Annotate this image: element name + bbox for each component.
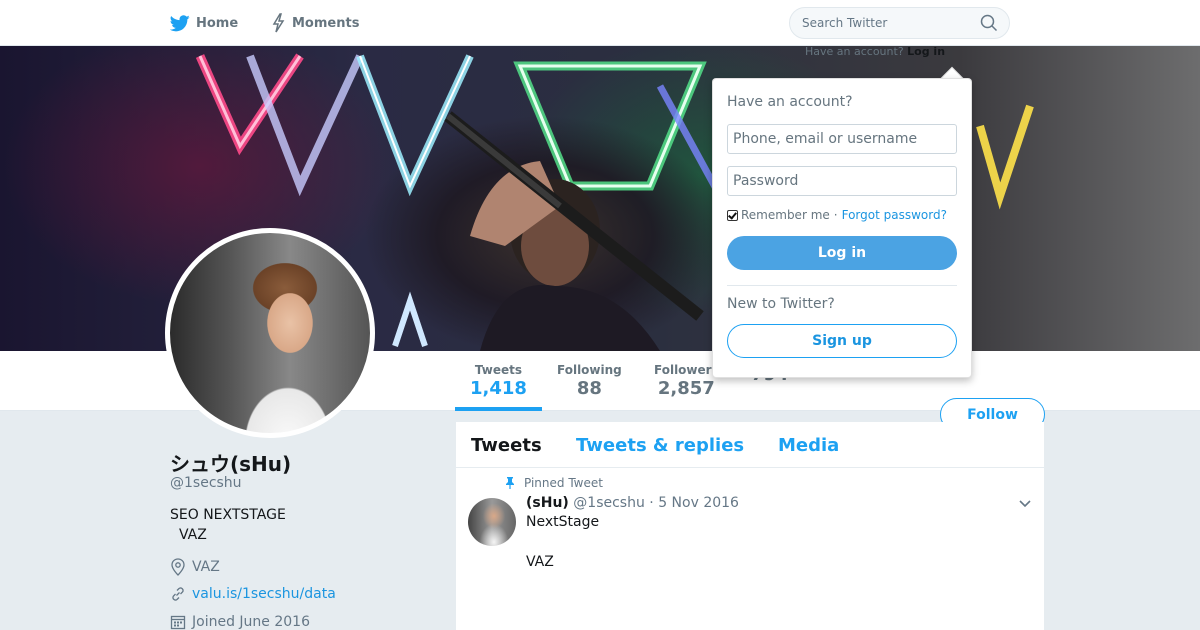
url-link[interactable]: valu.is/1secshu/data xyxy=(192,586,336,602)
profile-handle[interactable]: @1secshu xyxy=(170,475,242,491)
active-stat-indicator xyxy=(455,407,542,411)
search-icon[interactable] xyxy=(980,14,998,32)
stat-followers[interactable]: Followers 2,857 xyxy=(654,363,719,399)
remember-row: Remember me · Forgot password? xyxy=(727,208,947,222)
joined-text: Joined June 2016 xyxy=(192,614,310,630)
pinned-tweet-label: Pinned Tweet xyxy=(504,476,603,490)
stat-value: 88 xyxy=(576,378,602,399)
tweet-date[interactable]: 5 Nov 2016 xyxy=(658,495,739,511)
profile-avatar[interactable] xyxy=(165,228,375,438)
separator: · xyxy=(833,208,838,222)
location-pin-icon xyxy=(171,558,185,576)
profile-joined: Joined June 2016 xyxy=(170,614,310,630)
timeline-tabs: Tweets Tweets & replies Media xyxy=(456,422,1044,468)
stat-label: Followers xyxy=(654,363,719,377)
chevron-down-icon[interactable] xyxy=(1018,499,1032,509)
dropdown-title: Have an account? xyxy=(727,94,853,110)
tab-media[interactable]: Media xyxy=(778,435,839,456)
profile-url[interactable]: valu.is/1secshu/data xyxy=(170,586,336,602)
stat-following[interactable]: Following 88 xyxy=(557,363,622,399)
tweet-author-name[interactable]: (sHu) xyxy=(526,495,569,511)
pinned-text: Pinned Tweet xyxy=(524,476,603,490)
login-dropdown: Have an account? Phone, email or usernam… xyxy=(712,78,972,378)
have-account-prompt: Have an account? Log in xyxy=(805,45,945,58)
stat-value: 2,857 xyxy=(657,378,715,399)
location-text: VAZ xyxy=(192,559,220,575)
search-input[interactable]: Search Twitter xyxy=(789,7,1010,39)
stat-tweets[interactable]: Tweets 1,418 xyxy=(470,363,527,399)
tab-tweets-replies[interactable]: Tweets & replies xyxy=(576,435,744,456)
profile-location: VAZ xyxy=(170,558,220,576)
tweet-header: (sHu) @1secshu · 5 Nov 2016 xyxy=(526,495,739,511)
username-input[interactable]: Phone, email or username xyxy=(727,124,957,154)
tweet-separator: · xyxy=(649,495,654,511)
tweet-text-line: VAZ xyxy=(526,554,554,570)
tab-tweets[interactable]: Tweets xyxy=(471,435,542,456)
tweet-text-line: NextStage xyxy=(526,514,600,530)
new-to-twitter-label: New to Twitter? xyxy=(727,296,835,312)
password-input[interactable]: Password xyxy=(727,166,957,196)
nav-moments-label: Moments xyxy=(292,15,360,31)
nav-moments[interactable]: Moments xyxy=(270,0,359,46)
nav-home-label: Home xyxy=(196,15,239,31)
remember-me-label[interactable]: Remember me xyxy=(741,208,830,222)
calendar-icon xyxy=(170,615,186,630)
stat-value: 1,418 xyxy=(470,378,527,399)
twitter-bird-icon xyxy=(170,14,190,31)
timeline-panel: Tweets Tweets & replies Media Pinned Twe… xyxy=(456,422,1044,630)
profile-name: シュウ(sHu) xyxy=(170,452,292,476)
remember-me-checkbox[interactable] xyxy=(727,209,738,221)
link-icon xyxy=(172,587,184,601)
tweet-author-avatar[interactable] xyxy=(468,498,516,546)
have-account-text: Have an account? xyxy=(805,45,904,58)
pin-icon xyxy=(506,477,514,489)
profile-bio-line: VAZ xyxy=(179,527,207,543)
profile-bio-line: SEO NEXTSTAGE xyxy=(170,507,286,523)
top-navigation-bar: Home Moments Search Twitter xyxy=(0,0,1200,46)
tweet-author-handle[interactable]: @1secshu xyxy=(573,495,645,511)
signup-button[interactable]: Sign up xyxy=(727,324,957,358)
lightning-icon xyxy=(272,13,285,33)
nav-home[interactable]: Home xyxy=(170,0,238,46)
stat-label: Tweets xyxy=(474,363,523,377)
login-link[interactable]: Log in xyxy=(907,45,945,58)
divider xyxy=(727,285,957,286)
login-button[interactable]: Log in xyxy=(727,236,957,270)
stat-label: Following xyxy=(557,363,622,377)
forgot-password-link[interactable]: Forgot password? xyxy=(842,208,947,222)
